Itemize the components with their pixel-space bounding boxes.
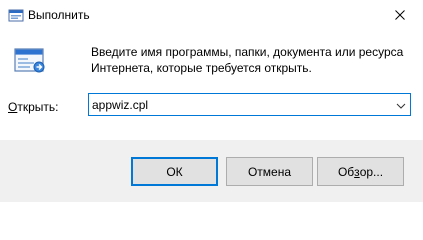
dropdown-button[interactable] xyxy=(391,94,410,115)
open-label-accelerator: О xyxy=(8,100,18,114)
open-label: Открыть: xyxy=(8,99,58,115)
open-input[interactable] xyxy=(92,97,387,113)
dialog-description: Введите имя программы, папки, документа … xyxy=(91,45,404,75)
close-button[interactable] xyxy=(377,0,423,31)
chevron-down-icon xyxy=(396,98,406,112)
close-icon xyxy=(395,9,405,23)
browse-label-post: ор... xyxy=(359,164,384,179)
open-combobox[interactable] xyxy=(88,93,411,116)
run-icon xyxy=(8,8,24,24)
ok-button[interactable]: ОК xyxy=(131,157,218,186)
open-label-text: ткрыть: xyxy=(17,100,59,114)
cancel-button[interactable]: Отмена xyxy=(226,157,313,186)
window-title: Выполнить xyxy=(28,8,90,22)
browse-label-pre: Об xyxy=(337,164,355,179)
title-bar: Выполнить xyxy=(0,0,423,31)
run-dialog-icon xyxy=(14,44,46,76)
browse-button[interactable]: Об з ор... xyxy=(317,157,404,186)
